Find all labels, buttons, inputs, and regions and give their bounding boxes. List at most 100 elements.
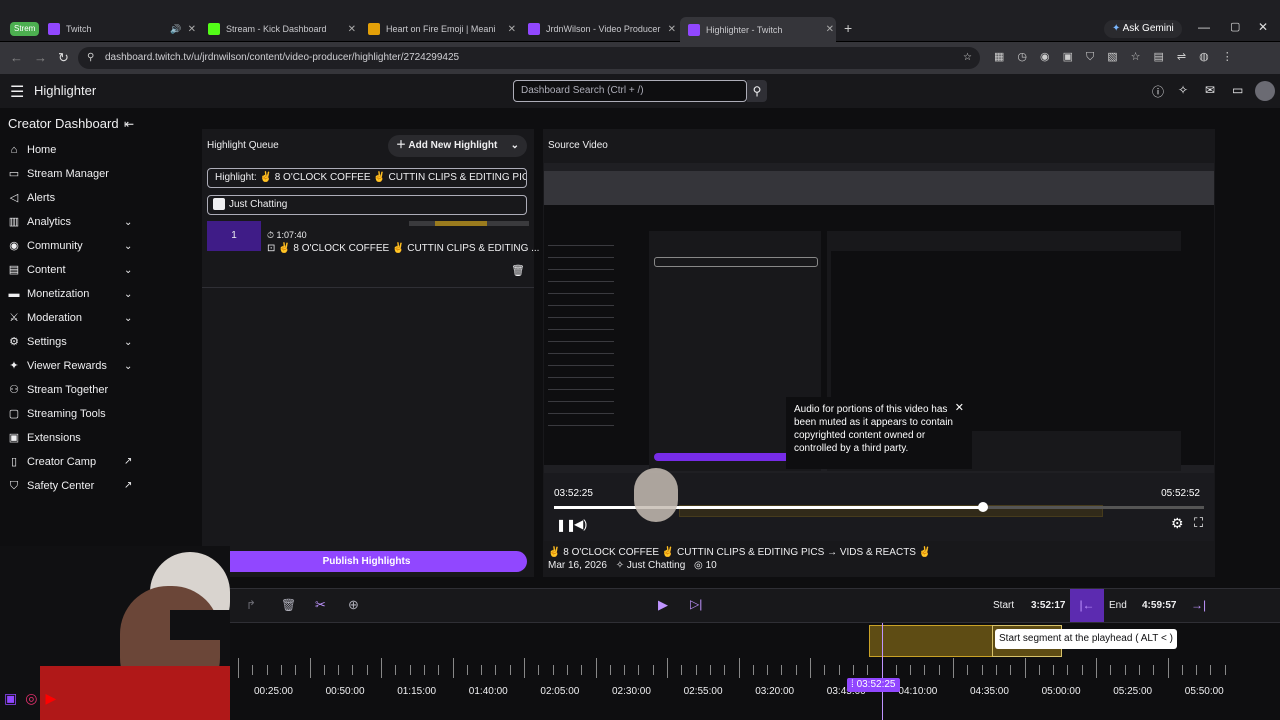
- queue-item[interactable]: 1 ⏱ 1:07:40 ⊡ ✌ 8 O'CLOCK COFFEE ✌ CUTTI…: [207, 221, 539, 254]
- chevron-down-icon[interactable]: ⌄: [124, 289, 132, 300]
- chevron-down-icon[interactable]: ⌄: [124, 265, 132, 276]
- trash-icon[interactable]: 🗑: [511, 264, 525, 277]
- close-icon[interactable]: ✕: [955, 401, 964, 414]
- set-end-icon[interactable]: →|: [1191, 598, 1206, 612]
- close-icon[interactable]: ✕: [188, 24, 196, 35]
- seek-handle[interactable]: [978, 502, 988, 512]
- chevron-down-icon[interactable]: ⌄: [124, 361, 132, 372]
- browser-tab[interactable]: Twitch 🔊 ✕: [48, 18, 198, 40]
- timeline-tick-mark: [609, 665, 611, 675]
- playhead-badge[interactable]: ⁞ 03:52:25: [847, 678, 900, 692]
- reload-icon[interactable]: ↻: [58, 50, 69, 66]
- whisper-icon[interactable]: ▭: [1232, 83, 1243, 97]
- sidebar-item-monetization[interactable]: ▬ Monetization: [8, 288, 90, 300]
- sidebar-item-community[interactable]: ◉ Community: [8, 240, 82, 252]
- help-icon[interactable]: ⓘ: [1152, 83, 1164, 100]
- video-category[interactable]: Just Chatting: [627, 560, 685, 571]
- sparkle-icon[interactable]: ✧: [1178, 83, 1188, 97]
- close-icon[interactable]: ✕: [668, 24, 676, 35]
- sidebar-item-moderation[interactable]: ⚔ Moderation: [8, 312, 82, 324]
- sidebar-item-streaming-tools[interactable]: ▢ Streaming Tools: [8, 408, 106, 420]
- close-icon[interactable]: ✕: [508, 24, 516, 35]
- tools-icon: ▢: [8, 408, 20, 420]
- forward-icon[interactable]: →: [34, 50, 47, 65]
- timeline-toolbar: ↱ 🗑 ✂ ⊕ ▶ ▷| Start 3:52:17 |← End 4:59:5…: [228, 588, 1280, 623]
- sidebar-item-settings[interactable]: ⚙ Settings: [8, 336, 67, 348]
- url-field[interactable]: ⚲ dashboard.twitch.tv/u/jrdnwilson/conte…: [78, 47, 980, 69]
- close-window-icon[interactable]: ✕: [1258, 20, 1268, 34]
- muted-notice: Audio for portions of this video has bee…: [786, 397, 972, 469]
- category-icon: ✧: [615, 560, 625, 571]
- chevron-down-icon[interactable]: ⌄: [124, 217, 132, 228]
- publish-highlights-button[interactable]: Publish Highlights: [206, 551, 527, 572]
- redo-icon[interactable]: ↱: [246, 598, 256, 612]
- sidebar-item-analytics[interactable]: ▥ Analytics: [8, 216, 71, 228]
- browser-tab[interactable]: JrdnWilson - Video Producer - ✕: [528, 18, 678, 40]
- ask-gemini-button[interactable]: ✦ Ask Gemini: [1104, 20, 1182, 38]
- timeline-tick-mark: [1010, 665, 1012, 675]
- sidebar-item-stream-manager[interactable]: ▭ Stream Manager: [8, 168, 109, 180]
- browser-tab-active[interactable]: Highlighter - Twitch ✕: [680, 17, 836, 42]
- search-icon: ⚲: [752, 84, 762, 98]
- collapse-sidebar-icon[interactable]: ⇤: [124, 117, 134, 131]
- settings-gear-icon[interactable]: ⚙: [1171, 515, 1184, 532]
- extensions-toolbar: ▦◷◉▣⛉▧☆▤⇌◍⋮: [994, 51, 1246, 63]
- inbox-icon[interactable]: ✉: [1205, 83, 1215, 97]
- highlight-title-field[interactable]: Highlight: ✌ 8 O'CLOCK COFFEE ✌ CUTTIN C…: [207, 168, 527, 188]
- sidebar-item-home[interactable]: ⌂ Home: [8, 144, 57, 156]
- add-new-highlight-label: Add New Highlight: [408, 140, 498, 151]
- sidebar-item-extensions[interactable]: ▣ Extensions: [8, 432, 81, 444]
- browser-tab[interactable]: Heart on Fire Emoji | Meani ✕: [368, 18, 518, 40]
- play-icon[interactable]: ▶: [658, 597, 668, 613]
- sidebar-item-stream-together[interactable]: ⚇ Stream Together: [8, 384, 108, 396]
- external-link-icon[interactable]: ↗: [124, 456, 132, 467]
- timeline-tick-mark: [1167, 658, 1169, 678]
- sidebar-item-label: Creator Camp: [27, 456, 97, 468]
- menu-icon[interactable]: ☰: [10, 82, 24, 102]
- dashboard-search-input[interactable]: Dashboard Search (Ctrl + /): [513, 80, 747, 102]
- site-info-icon[interactable]: ⚲: [87, 47, 94, 69]
- maximize-icon[interactable]: ▢: [1230, 20, 1240, 33]
- skip-to-end-icon[interactable]: ▷|: [690, 597, 702, 611]
- back-icon[interactable]: ←: [10, 50, 23, 65]
- reward-icon: ✦: [9, 360, 19, 372]
- timeline-tick-mark: [795, 665, 797, 675]
- profile-badge[interactable]: Strem: [10, 22, 40, 36]
- sidebar-item-safety-center[interactable]: ⛉ Safety Center: [8, 480, 94, 492]
- category-field[interactable]: Just Chatting: [207, 195, 527, 215]
- timeline-tick-mark: [524, 658, 525, 678]
- add-segment-icon[interactable]: ⊕: [348, 597, 359, 613]
- timeline-tick-label: 03:20:00: [755, 686, 795, 697]
- start-time[interactable]: 3:52:17: [1031, 600, 1065, 611]
- chevron-down-icon[interactable]: ⌄: [124, 241, 132, 252]
- chevron-down-icon[interactable]: ⌄: [124, 313, 132, 324]
- sidebar-item-content[interactable]: ▤ Content: [8, 264, 66, 276]
- sidebar-item-alerts[interactable]: ◁ Alerts: [8, 192, 55, 204]
- timeline-tick-mark: [381, 658, 382, 678]
- avatar[interactable]: [1255, 81, 1275, 101]
- delete-icon[interactable]: 🗑: [281, 598, 296, 612]
- highlight-queue-panel: Highlight Queue ＋ Add New Highlight ⌄ Hi…: [202, 129, 539, 577]
- external-link-icon[interactable]: ↗: [124, 480, 132, 491]
- volume-icon[interactable]: ◀): [574, 517, 587, 531]
- timeline-tick-mark: [995, 665, 997, 675]
- sidebar-item-creator-camp[interactable]: ▯ Creator Camp: [8, 456, 96, 468]
- sidebar-item-viewer-rewards[interactable]: ✦ Viewer Rewards: [8, 360, 107, 372]
- new-tab-button[interactable]: +: [844, 20, 852, 36]
- close-icon[interactable]: ✕: [348, 24, 356, 35]
- fullscreen-icon[interactable]: ⛶: [1194, 515, 1203, 531]
- add-new-highlight-button[interactable]: ＋ Add New Highlight ⌄: [388, 135, 527, 157]
- close-icon[interactable]: ✕: [826, 24, 834, 35]
- search-button[interactable]: ⚲: [747, 80, 767, 102]
- set-start-button[interactable]: |←: [1070, 589, 1104, 622]
- scissors-icon[interactable]: ✂: [315, 597, 326, 613]
- end-time[interactable]: 4:59:57: [1142, 600, 1176, 611]
- chevron-down-icon[interactable]: ⌄: [124, 337, 132, 348]
- twitch-icon: [48, 23, 60, 35]
- sidebar-item-label: Extensions: [27, 432, 81, 444]
- bookmark-star-icon[interactable]: ☆: [963, 47, 972, 69]
- timeline-tick-mark: [352, 665, 354, 675]
- browser-tab[interactable]: Stream - Kick Dashboard ✕: [208, 18, 358, 40]
- chevron-down-icon[interactable]: ⌄: [511, 135, 519, 157]
- minimize-icon[interactable]: —: [1198, 20, 1210, 34]
